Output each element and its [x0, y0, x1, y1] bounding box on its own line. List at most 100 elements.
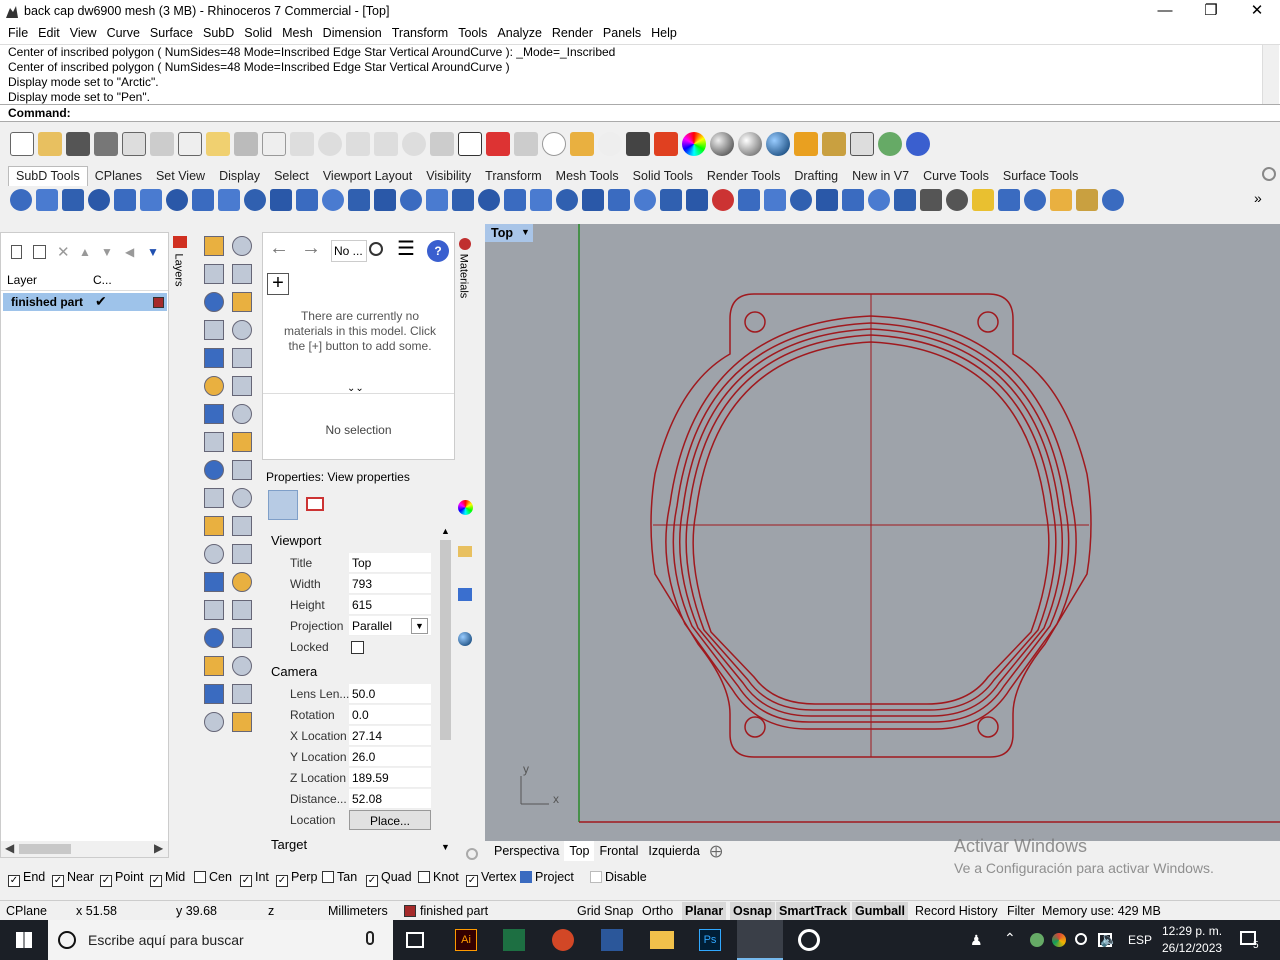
tray-chrome-icon[interactable] [1052, 933, 1066, 947]
folder-icon[interactable] [458, 546, 472, 557]
viewport-frame-icon[interactable] [306, 497, 324, 511]
ruler-icon[interactable] [232, 628, 252, 648]
delete-icon[interactable]: ✕ [57, 243, 70, 261]
menu-transform[interactable]: Transform [387, 25, 454, 42]
zoom-icon[interactable] [318, 132, 342, 156]
help-icon[interactable] [906, 132, 930, 156]
tab-drafting[interactable]: Drafting [787, 167, 845, 186]
open-file-icon[interactable] [38, 132, 62, 156]
filter-toggle[interactable]: Filter [1007, 904, 1035, 918]
add-viewport-icon[interactable]: ⨁ [705, 841, 728, 861]
layer-hscrollbar[interactable]: ◀ ▶ [1, 841, 168, 857]
osnap-disable[interactable]: Disable [590, 870, 647, 884]
tool-b-icon[interactable] [946, 189, 968, 211]
globe-icon[interactable] [140, 189, 162, 211]
light-icon[interactable] [598, 132, 622, 156]
zoom-selected-icon[interactable] [402, 132, 426, 156]
faceted-sphere-icon[interactable] [218, 189, 240, 211]
dimension-icon[interactable] [232, 656, 252, 676]
units-label[interactable]: Millimeters [328, 904, 388, 918]
extrude-face-icon[interactable] [400, 189, 422, 211]
car-icon[interactable] [486, 132, 510, 156]
property-value[interactable]: 26.0 [349, 747, 431, 767]
menu-tools[interactable]: Tools [453, 25, 492, 42]
cube-yellow-icon[interactable] [972, 189, 994, 211]
tab-render-tools[interactable]: Render Tools [700, 167, 787, 186]
help-icon[interactable]: ? [427, 240, 449, 262]
zoom-window-icon[interactable] [346, 132, 370, 156]
property-value[interactable]: 793 [349, 574, 431, 594]
shaded-sphere-icon[interactable] [710, 132, 734, 156]
trans-icon[interactable] [232, 600, 252, 620]
property-value[interactable]: Top [349, 553, 431, 573]
planar-toggle[interactable]: Planar [682, 902, 727, 920]
menu-dimension[interactable]: Dimension [318, 25, 387, 42]
cylinder-small-icon[interactable] [88, 189, 110, 211]
task-view-icon[interactable] [406, 932, 424, 948]
brush-icon[interactable] [1076, 189, 1098, 211]
cube-icon[interactable] [204, 404, 224, 424]
menu-help[interactable]: Help [646, 25, 682, 42]
four-viewports-icon[interactable] [458, 132, 482, 156]
excel-icon[interactable] [503, 929, 525, 951]
grid-snap-icon[interactable] [542, 132, 566, 156]
menu-mesh[interactable]: Mesh [277, 25, 318, 42]
burst-icon[interactable] [232, 460, 252, 480]
undo-icon[interactable] [234, 132, 258, 156]
rectangle-select-icon[interactable] [232, 264, 252, 284]
people-icon[interactable]: ♟ [970, 932, 983, 949]
tab-display[interactable]: Display [212, 167, 267, 186]
settings-gear-icon[interactable] [466, 848, 478, 860]
scale-icon[interactable] [232, 572, 252, 592]
tray-chevron-icon[interactable]: ⌃ [1004, 930, 1016, 947]
osnap-int[interactable]: ✓ Int [240, 870, 269, 887]
property-value[interactable]: Place... [349, 810, 431, 830]
osnap-quad[interactable]: ✓ Quad [366, 870, 412, 887]
checkbox[interactable]: ✓ [8, 875, 20, 887]
plugins-icon[interactable] [878, 132, 902, 156]
hamburger-menu-icon[interactable]: ☰ [397, 239, 415, 259]
subdivide-icon[interactable] [426, 189, 448, 211]
tab-frontal[interactable]: Frontal [594, 841, 643, 861]
checkbox[interactable]: ✓ [240, 875, 252, 887]
menu-subd[interactable]: SubD [198, 25, 239, 42]
color-wheel-icon[interactable] [458, 500, 473, 515]
tab-perspectiva[interactable]: Perspectiva [489, 841, 564, 861]
layer-color-swatch[interactable] [153, 297, 164, 308]
move-down-icon[interactable]: ▼ [101, 245, 113, 259]
property-value[interactable]: 27.14 [349, 726, 431, 746]
torus-flat-icon[interactable] [166, 189, 188, 211]
layered-grid-icon[interactable] [868, 189, 890, 211]
record-history-toggle[interactable]: Record History [915, 904, 998, 918]
osnap-project[interactable]: Project [520, 870, 574, 884]
osnap-end[interactable]: ✓ End [8, 870, 45, 887]
obs-icon[interactable] [798, 929, 820, 951]
circle-icon[interactable] [204, 292, 224, 312]
spider-icon[interactable] [322, 189, 344, 211]
material-search-input[interactable]: No ... [331, 240, 367, 262]
property-value[interactable]: 50.0 [349, 684, 431, 704]
slice-icon[interactable] [686, 189, 708, 211]
boolean-icon[interactable] [204, 516, 224, 536]
wire-cube-icon[interactable] [998, 189, 1020, 211]
tab-curve-tools[interactable]: Curve Tools [916, 167, 996, 186]
sheet-icon[interactable] [790, 189, 812, 211]
rhino-taskbar-icon[interactable] [737, 920, 783, 960]
photoshop-icon[interactable]: Ps [699, 929, 721, 951]
blend-icon[interactable] [204, 376, 224, 396]
osnap-toggle[interactable]: Osnap [730, 902, 775, 920]
tab-izquierda[interactable]: Izquierda [643, 841, 704, 861]
export-icon[interactable] [122, 132, 146, 156]
dot-circle-icon[interactable] [232, 292, 252, 312]
search-icon[interactable] [369, 242, 383, 256]
tray-app-icon[interactable] [1030, 933, 1044, 947]
column-current[interactable]: C... [93, 273, 112, 287]
arc-icon[interactable] [204, 320, 224, 340]
stitch-icon[interactable] [452, 189, 474, 211]
menu-curve[interactable]: Curve [102, 25, 145, 42]
pan-icon[interactable] [262, 132, 286, 156]
polygon-icon[interactable] [204, 348, 224, 368]
restore-button[interactable]: ❐ [1188, 0, 1234, 24]
point-icon[interactable] [232, 236, 252, 256]
cut-icon[interactable] [150, 132, 174, 156]
